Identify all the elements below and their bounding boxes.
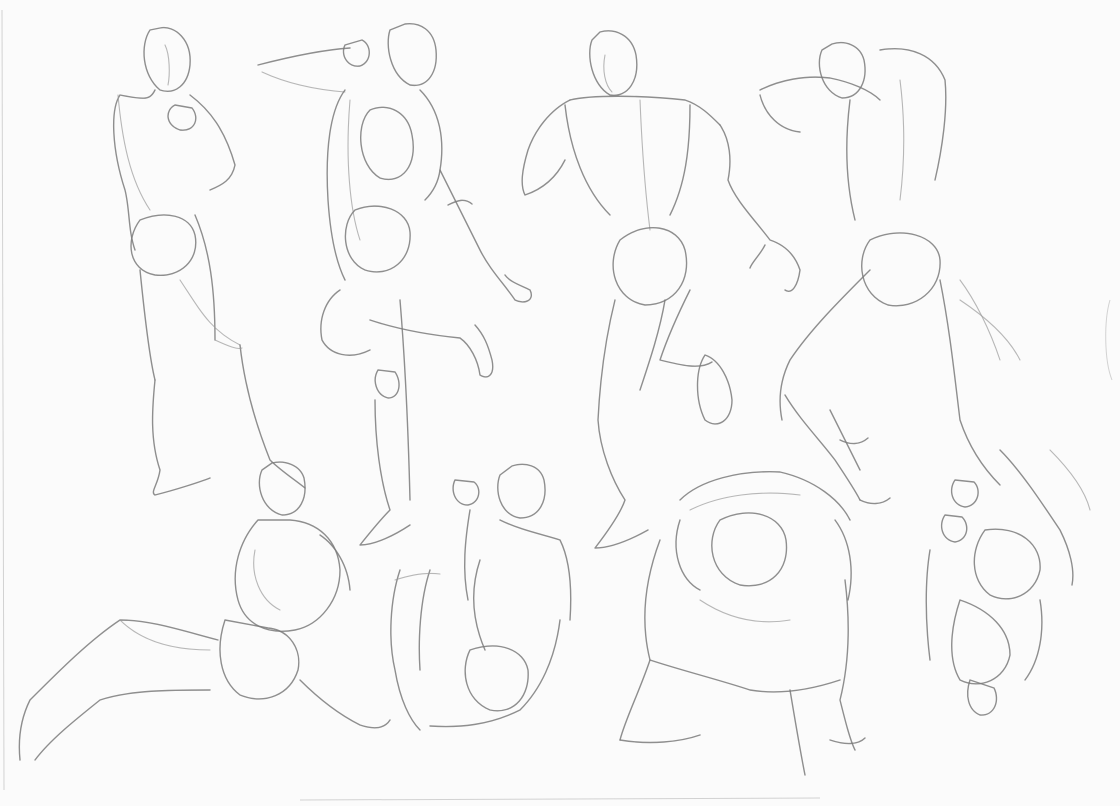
pencil-drawing [1, 9, 1113, 801]
figure-seated-arm-raised [390, 463, 572, 731]
figure-raised-knee-pose [257, 23, 532, 546]
sketch-sheet [0, 0, 1120, 806]
figure-crouching-forward [619, 471, 866, 776]
paper-edges [1, 9, 1113, 801]
figure-inverted-pose [925, 449, 1091, 716]
figure-standing-back-view [113, 27, 306, 496]
figure-walking-back-view [521, 30, 801, 549]
figure-seated-reclining [18, 461, 391, 761]
